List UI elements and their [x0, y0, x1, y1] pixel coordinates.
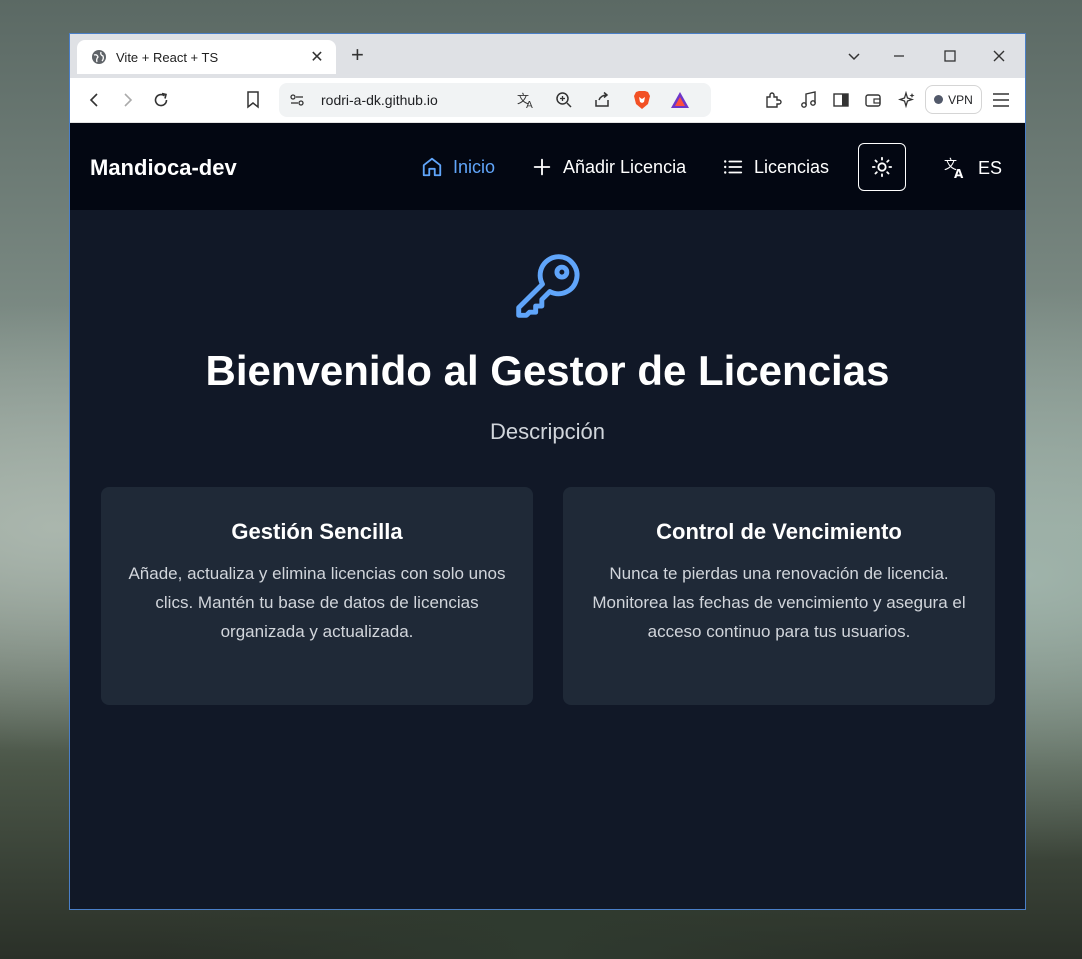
plus-icon — [533, 158, 551, 176]
address-bar[interactable]: rodri-a-dk.github.io 文A — [279, 83, 711, 117]
close-window-icon[interactable] — [987, 46, 1011, 66]
new-tab-button[interactable]: + — [351, 44, 364, 66]
share-icon[interactable] — [590, 88, 614, 112]
vpn-button[interactable]: VPN — [925, 85, 982, 114]
feature-card-text: Nunca te pierdas una renovación de licen… — [592, 564, 966, 641]
translate-icon[interactable]: 文A — [515, 88, 539, 112]
browser-tab[interactable]: Vite + React + TS ✕ — [77, 40, 336, 74]
close-tab-icon[interactable]: ✕ — [308, 47, 326, 67]
language-switcher[interactable]: 文 A ES — [944, 156, 1003, 181]
tab-title: Vite + React + TS — [116, 49, 219, 65]
svg-text:A: A — [526, 100, 533, 109]
vpn-status-icon — [934, 95, 944, 104]
menu-icon[interactable] — [989, 88, 1013, 112]
bookmark-icon[interactable] — [241, 88, 265, 112]
page-content: Mandioca-dev Inicio Añadir Licencia Lice… — [70, 123, 1025, 909]
key-icon — [516, 254, 580, 318]
language-icon: 文 A — [944, 158, 964, 180]
globe-icon — [92, 50, 106, 64]
page-description: Descripción — [490, 419, 605, 444]
site-navbar: Mandioca-dev Inicio Añadir Licencia Lice… — [70, 123, 1025, 210]
reload-icon[interactable] — [149, 88, 173, 112]
list-icon — [724, 160, 743, 174]
feature-card: Control de Vencimiento Nunca te pierdas … — [563, 487, 995, 705]
extensions-icon[interactable] — [761, 88, 785, 112]
music-icon[interactable] — [797, 88, 821, 112]
minimize-icon[interactable] — [887, 46, 911, 66]
sun-icon — [871, 156, 893, 178]
home-icon — [422, 157, 442, 177]
browser-window: Vite + React + TS ✕ + rodri-a-dk.github.… — [69, 33, 1026, 910]
theme-toggle-button[interactable] — [858, 143, 906, 191]
feature-card-title: Control de Vencimiento — [656, 519, 902, 544]
language-label: ES — [978, 157, 1003, 178]
svg-text:A: A — [954, 167, 964, 180]
brand-logo[interactable]: Mandioca-dev — [90, 155, 237, 181]
wallet-icon[interactable] — [861, 88, 885, 112]
zoom-icon[interactable] — [552, 88, 576, 112]
browser-toolbar: rodri-a-dk.github.io 文A VPN — [70, 78, 1025, 123]
tab-strip: Vite + React + TS ✕ + — [70, 34, 1025, 78]
forward-icon[interactable] — [115, 88, 139, 112]
nav-link-anadir-licencia[interactable]: Añadir Licencia — [531, 156, 686, 178]
sidebar-icon[interactable] — [829, 88, 853, 112]
feature-card-title: Gestión Sencilla — [231, 519, 403, 544]
vpn-label: VPN — [948, 92, 973, 107]
nav-link-label: Añadir Licencia — [563, 156, 687, 177]
leo-ai-icon[interactable] — [895, 88, 919, 112]
brave-rewards-icon[interactable] — [668, 88, 692, 112]
page-title: Bienvenido al Gestor de Licencias — [205, 347, 890, 394]
feature-card: Gestión Sencilla Añade, actualiza y elim… — [101, 487, 533, 705]
nav-link-inicio[interactable]: Inicio — [421, 156, 495, 178]
back-icon[interactable] — [83, 88, 107, 112]
feature-card-text: Añade, actualiza y elimina licencias con… — [128, 564, 506, 641]
site-settings-icon[interactable] — [285, 88, 309, 112]
nav-link-label: Licencias — [754, 156, 830, 177]
tab-search-icon[interactable] — [842, 46, 866, 66]
brave-shields-icon[interactable] — [630, 88, 654, 112]
nav-link-label: Inicio — [453, 156, 496, 177]
nav-link-licencias[interactable]: Licencias — [722, 156, 829, 178]
url-text[interactable]: rodri-a-dk.github.io — [321, 92, 438, 108]
maximize-icon[interactable] — [938, 46, 962, 66]
